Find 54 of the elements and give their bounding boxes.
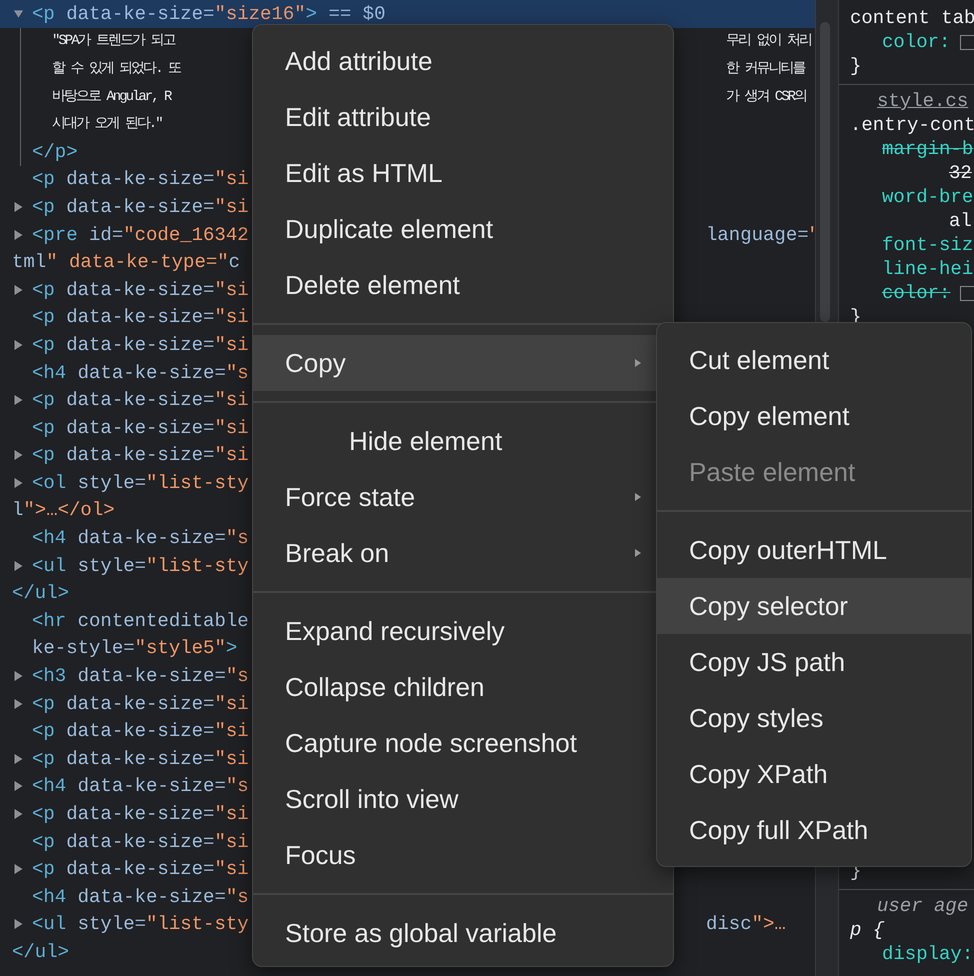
style-text: style.cs [877,90,968,112]
code-line: disc">… [706,913,786,936]
style-text: content tab [850,7,974,29]
style-text: al [949,210,972,232]
code-line: <p data-ke-size="si [32,306,249,328]
code-line: <p data-ke-size="si [32,830,249,853]
style-text: display: [882,943,974,965]
style-text: user age [877,895,968,917]
code-line: ke-style="style5"> [32,637,238,660]
style-text: .entry-cont [850,114,974,136]
code-line: <h3 data-ke-size="s [32,665,249,688]
style-text: word-bre [882,186,974,208]
style-text: 32 [949,162,972,184]
code-line: 시대가 오게 된다." [52,115,162,134]
code-line: <p data-ke-size="si [32,278,249,301]
code-line: <p data-ke-size="si [32,196,249,218]
code-line: tml" data-ke-type="c [12,251,240,274]
code-line: <p data-ke-size="si [32,416,249,439]
style-text: p { [850,919,884,941]
code-line: <ol style="list-sty [32,472,249,494]
style-text: } [850,55,862,77]
code-line: <hr contenteditable [32,610,249,632]
code-line: <pre id="code_16342 [32,224,249,246]
code-line: <p data-ke-size="si [32,720,249,742]
code-line: <h4 data-ke-size="s [32,362,249,384]
code-line: 할 수 있게 되었다. 또 [52,60,180,79]
code-line: </p> [32,140,78,163]
code-line: 가 생겨 CSR의 [726,88,806,107]
code-line: <p data-ke-size="si [32,748,249,770]
code-line: </ul> [12,940,70,963]
style-text: line-hei [882,258,974,280]
style-text: color: [882,31,950,53]
code-line: <p data-ke-size="si [32,803,249,826]
code-line: "SPA가 트렌드가 되고 [52,32,174,52]
code-line: 무리 없이 처리 [726,32,811,52]
code-line: <h4 data-ke-size="s [32,527,249,550]
code-line: <p data-ke-size="si [32,858,249,880]
code-line: <h4 data-ke-size="s [32,886,249,908]
code-line: <p data-ke-size="si [32,334,249,356]
code-line: <ul style="list-sty [32,554,249,577]
code-line: <ul style="list-sty [32,913,249,936]
code-line: <p data-ke-size="si [32,389,249,412]
code-line: 한 커뮤니티를 [726,60,804,79]
style-text: font-siz [882,234,974,256]
style-text: margin-b [882,138,974,160]
code-line: </ul> [12,582,70,604]
code-line: <h4 data-ke-size="s [32,775,249,798]
code-line: l">…</ol> [12,499,115,522]
code-line: <p data-ke-size="si [32,444,249,466]
code-line: <p data-ke-size="size16"> == $0 [32,2,386,25]
style-text: color: [882,282,950,304]
code-line: <p data-ke-size="si [32,692,249,715]
code-line: <p data-ke-size="si [32,168,249,190]
code-line: 바탕으로 Angular, R [52,88,170,107]
